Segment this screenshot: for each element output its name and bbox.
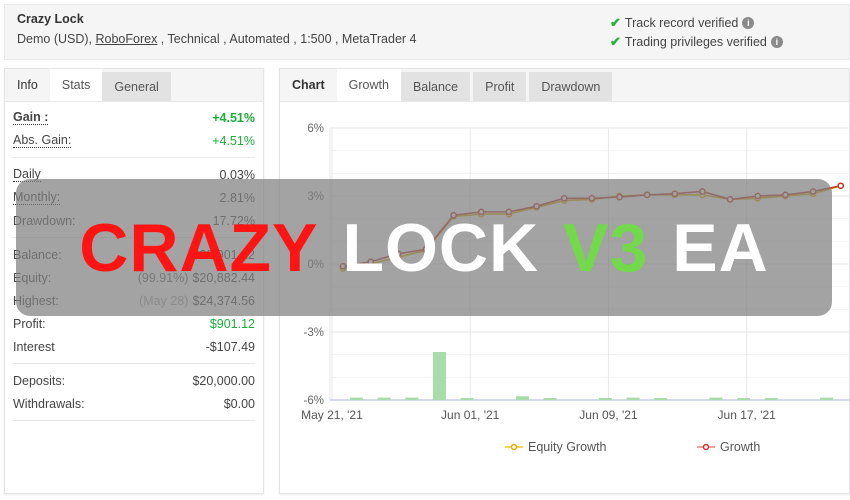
activity-bar xyxy=(460,398,474,400)
activity-bar xyxy=(598,398,612,400)
activity-bar xyxy=(626,397,640,400)
x-tick-label: Jun 01, '21 xyxy=(441,408,500,422)
activity-bar xyxy=(350,397,363,400)
legend-equity-growth[interactable]: Equity Growth xyxy=(505,440,607,454)
banner-word: EA xyxy=(672,209,769,286)
x-tick-label: May 21, '21 xyxy=(301,408,363,422)
data-point xyxy=(837,182,845,190)
y-tick-label: 6% xyxy=(307,123,324,135)
y-tick-label: -3% xyxy=(304,327,324,339)
legend-marker-icon xyxy=(505,443,523,451)
banner-word: V3 xyxy=(563,209,649,286)
activity-bar xyxy=(405,397,419,400)
activity-bar xyxy=(543,398,557,400)
activity-bar xyxy=(820,397,834,400)
activity-bar xyxy=(654,398,668,400)
activity-bar xyxy=(709,397,723,400)
legend-label: Growth xyxy=(720,440,761,454)
activity-bar xyxy=(515,396,529,400)
x-tick-label: Jun 09, '21 xyxy=(579,408,638,422)
promo-banner: CRAZY LOCK V3 EA xyxy=(16,179,832,316)
chart-bars xyxy=(350,352,834,400)
legend-label: Equity Growth xyxy=(528,440,607,454)
legend-marker-icon xyxy=(697,443,715,451)
activity-bar xyxy=(377,397,391,400)
banner-word: LOCK xyxy=(342,209,540,286)
activity-bar xyxy=(737,398,751,400)
y-tick-label: -6% xyxy=(304,395,324,407)
banner-word: CRAZY xyxy=(79,209,319,286)
x-tick-label: Jun 17, '21 xyxy=(718,408,777,422)
activity-bar xyxy=(764,398,778,400)
legend-growth[interactable]: Growth xyxy=(697,440,760,454)
activity-bar xyxy=(432,352,446,400)
x-axis-ticks: May 21, '21 Jun 01, '21 Jun 09, '21 Jun 17,… xyxy=(301,408,776,422)
